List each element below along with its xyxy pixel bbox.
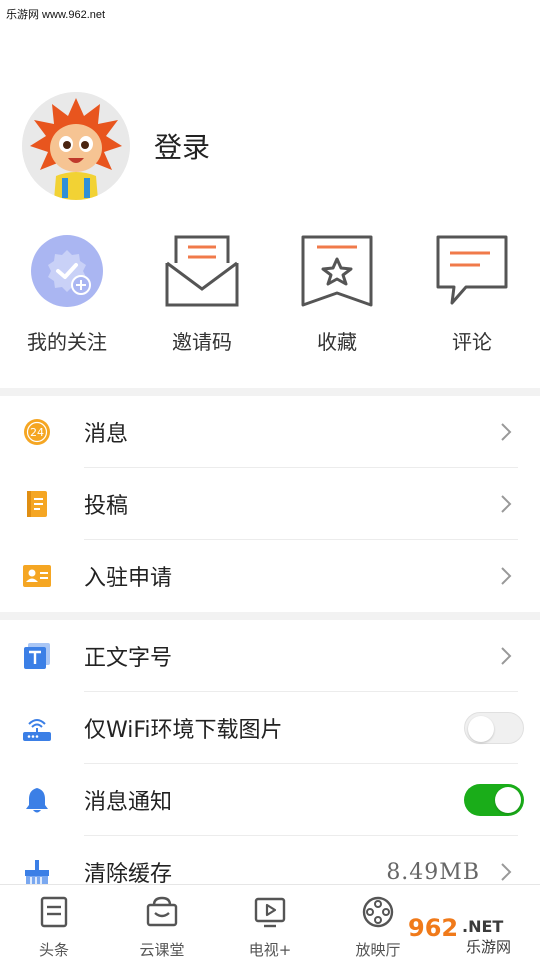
quick-action-follow[interactable]: 我的关注 [7, 232, 127, 355]
cloud-class-icon [146, 896, 178, 927]
menu-item-notifications[interactable]: 消息通知 [0, 764, 540, 836]
avatar[interactable] [22, 92, 130, 200]
menu-item-messages[interactable]: 24 消息 [0, 396, 540, 468]
follow-badge-icon [28, 232, 106, 310]
nav-item-tv[interactable]: 电视+ [220, 895, 320, 960]
quick-action-label: 我的关注 [27, 330, 107, 354]
notifications-toggle[interactable] [464, 784, 524, 816]
bell-icon [22, 785, 52, 815]
quick-action-comments[interactable]: 评论 [412, 232, 532, 355]
quick-action-invite[interactable]: 邀请码 [142, 232, 262, 355]
quick-action-label: 评论 [452, 330, 492, 354]
nav-label: 云课堂 [139, 941, 185, 959]
quick-action-label: 收藏 [317, 330, 357, 354]
headline-icon [40, 896, 68, 928]
svg-text:乐游网: 乐游网 [466, 938, 511, 956]
chevron-right-icon [501, 647, 512, 665]
star-bookmark-icon [298, 232, 376, 310]
section-divider [0, 612, 540, 620]
film-reel-icon [362, 896, 394, 928]
broom-icon [22, 857, 52, 887]
id-card-icon [22, 561, 52, 591]
wifi-images-toggle[interactable] [464, 712, 524, 744]
menu-item-label: 仅WiFi环境下载图片 [84, 718, 283, 743]
menu-item-wifi-images[interactable]: 仅WiFi环境下载图片 [0, 692, 540, 764]
chevron-right-icon [501, 567, 512, 585]
nav-label: 电视+ [248, 941, 292, 959]
cache-size-value: 8.49MB [386, 859, 480, 885]
toggle-knob [495, 787, 521, 813]
quick-actions: 我的关注 邀请码 收藏 评论 [0, 232, 540, 372]
menu-item-font-size[interactable]: 正文字号 [0, 620, 540, 692]
nav-item-headline[interactable]: 头条 [4, 895, 104, 960]
quick-action-favorites[interactable]: 收藏 [277, 232, 397, 355]
nav-item-cloud-class[interactable]: 云课堂 [112, 895, 212, 960]
toggle-knob [468, 716, 494, 742]
site-watermark-logo: 962 .NET 乐游网 [402, 910, 532, 956]
router-icon [22, 713, 52, 743]
mascot-avatar-image [22, 92, 130, 200]
menu-item-label: 正文字号 [84, 646, 173, 671]
watermark-text: 乐游网 www.962.net [6, 9, 106, 21]
chevron-right-icon [501, 863, 512, 881]
chevron-right-icon [501, 423, 512, 441]
nav-label: 头条 [38, 941, 69, 959]
profile-header[interactable]: 登录 [22, 92, 210, 200]
menu-item-label: 消息通知 [84, 790, 173, 815]
tv-icon [254, 897, 286, 928]
menu-item-label: 投稿 [84, 494, 129, 519]
section-divider [0, 388, 540, 396]
notebook-icon [22, 489, 52, 519]
login-label[interactable]: 登录 [154, 126, 210, 166]
message-24-icon: 24 [22, 417, 52, 447]
comment-icon [433, 232, 511, 310]
quick-action-label: 邀请码 [172, 330, 232, 354]
envelope-icon [163, 232, 241, 310]
chevron-right-icon [501, 495, 512, 513]
menu-item-submit[interactable]: 投稿 [0, 468, 540, 540]
svg-text:.NET: .NET [462, 917, 503, 936]
menu-item-apply[interactable]: 入驻申请 [0, 540, 540, 612]
svg-text:962: 962 [408, 914, 458, 942]
menu-item-label: 消息 [84, 422, 129, 447]
menu-item-label: 入驻申请 [84, 566, 173, 591]
text-size-icon [22, 641, 52, 671]
message-badge-count: 24 [30, 426, 44, 439]
